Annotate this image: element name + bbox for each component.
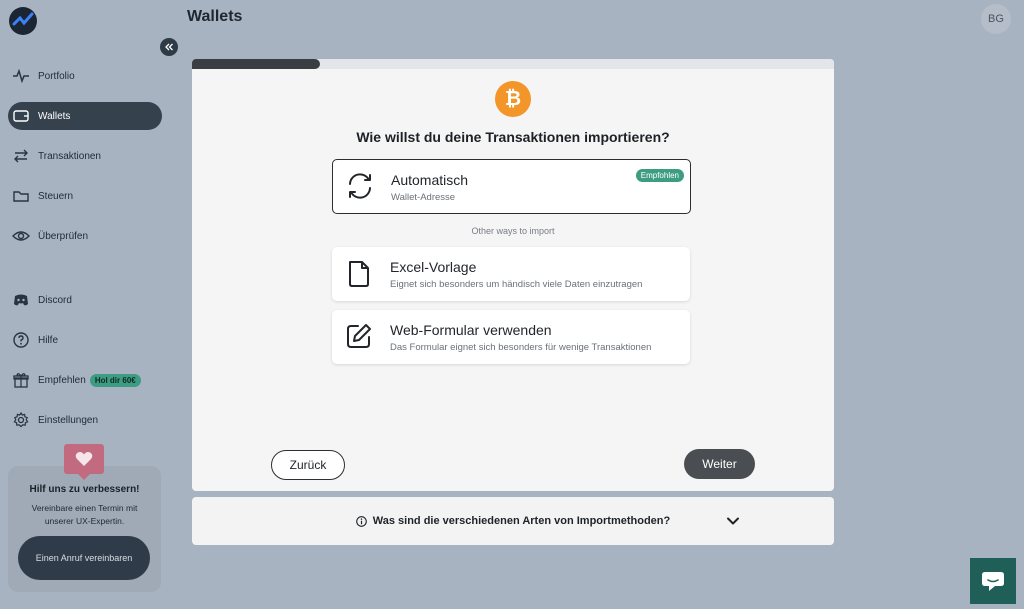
edit-icon [347, 324, 371, 348]
promo-badge: Hol dir 60€ [89, 373, 141, 387]
gear-icon [12, 411, 30, 429]
sidebar-item-wallets[interactable]: Wallets [8, 102, 162, 130]
chat-button[interactable] [970, 558, 1016, 604]
sidebar-item-label: Portfolio [38, 70, 75, 82]
option-excel-template[interactable]: Excel-Vorlage Eignet sich besonders um h… [332, 247, 690, 301]
sidebar-item-label: Transaktionen [38, 150, 101, 162]
sidebar-item-label: Hilfe [38, 334, 59, 346]
sidebar-item-steuern[interactable]: Steuern [8, 182, 162, 210]
other-ways-label: Other ways to import [471, 226, 555, 236]
sidebar-item-portfolio[interactable]: Portfolio [8, 62, 162, 90]
option-title: Web-Formular verwenden [390, 322, 552, 338]
wallet-icon [12, 107, 30, 125]
gift-icon [12, 371, 30, 389]
feedback-card: Hilf uns zu verbessern! Vereinbare einen… [8, 466, 161, 592]
page-title: Wallets [187, 8, 243, 25]
sidebar-item-label: Wallets [38, 110, 71, 122]
import-methods-accordion[interactable]: Was sind die verschiedenen Arten von Imp… [192, 497, 834, 545]
option-automatic[interactable]: Automatisch Wallet-Adresse Empfohlen [332, 159, 691, 214]
collapse-sidebar-button[interactable] [160, 38, 178, 56]
schedule-call-button[interactable]: Einen Anruf vereinbaren [18, 536, 150, 580]
sidebar-item-empfehlen[interactable]: Empfehlen Hol dir 60€ [8, 366, 162, 394]
heart-icon [64, 444, 104, 480]
accordion-title: Was sind die verschiedenen Arten von Imp… [372, 515, 671, 527]
feedback-title: Hilf uns zu verbessern! [29, 484, 140, 495]
folder-icon [12, 187, 30, 205]
sidebar-item-label: Discord [38, 294, 72, 306]
option-web-form[interactable]: Web-Formular verwenden Das Formular eign… [332, 310, 690, 364]
transfer-arrows-icon [12, 147, 30, 165]
chat-bubble-icon [982, 572, 1004, 591]
option-title: Excel-Vorlage [390, 259, 477, 275]
sync-icon [349, 173, 371, 199]
sidebar-item-discord[interactable]: Discord [8, 286, 162, 314]
avatar[interactable]: BG [981, 4, 1011, 34]
next-button[interactable]: Weiter [684, 449, 755, 479]
app-logo[interactable] [8, 6, 38, 36]
info-icon [355, 515, 367, 527]
sidebar-item-label: Überprüfen [38, 230, 89, 242]
activity-icon [12, 67, 30, 85]
chevron-down-icon[interactable] [726, 514, 740, 528]
progress-fill [192, 59, 321, 69]
eye-icon [12, 227, 30, 245]
back-button[interactable]: Zurück [271, 450, 345, 480]
option-title: Automatisch [391, 172, 469, 188]
help-circle-icon [12, 331, 30, 349]
sidebar-item-transaktionen[interactable]: Transaktionen [8, 142, 162, 170]
import-wizard-card: ₿ Wie willst du deine Transaktionen impo… [192, 59, 834, 491]
sidebar-item-ueberpruefen[interactable]: Überprüfen [8, 222, 162, 250]
progress-bar [192, 59, 834, 69]
sidebar-item-label: Einstellungen [38, 414, 99, 426]
file-icon [349, 261, 369, 287]
option-subtitle: Das Formular eignet sich besonders für w… [390, 342, 652, 353]
sidebar-item-hilfe[interactable]: Hilfe [8, 326, 162, 354]
feedback-text: Vereinbare einen Termin mit unserer UX-E… [31, 503, 138, 526]
option-subtitle: Eignet sich besonders um händisch viele … [390, 279, 643, 290]
sidebar-item-label: Empfehlen [38, 374, 86, 386]
option-subtitle: Wallet-Adresse [391, 192, 456, 203]
sidebar-item-einstellungen[interactable]: Einstellungen [8, 406, 162, 434]
recommended-badge: Empfohlen [635, 169, 684, 182]
bitcoin-icon: ₿ [495, 81, 531, 117]
discord-icon [12, 291, 30, 309]
import-question: Wie willst du deine Transaktionen import… [356, 129, 670, 145]
chevrons-left-icon [165, 43, 173, 51]
sidebar-item-label: Steuern [38, 190, 74, 202]
